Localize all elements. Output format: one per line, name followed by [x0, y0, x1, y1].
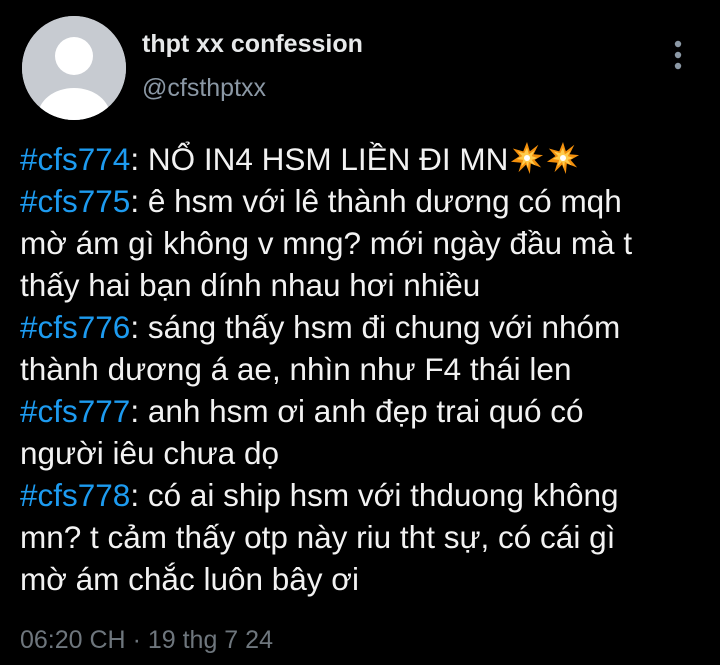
author-display-name[interactable]: thpt xx confession: [142, 30, 363, 59]
tweet-time: 06:20 CH: [20, 626, 126, 654]
tweet-text: #cfs774: NỔ IN4 HSM LIỀN ĐI MN #cfs775: ê…: [20, 138, 710, 600]
tweet-line-text: mờ ám chắc luôn bây ơi: [20, 561, 359, 597]
collision-icon: [546, 141, 580, 175]
tweet-header: thpt xx confession @cfsthptxx: [0, 0, 720, 140]
tweet-line-text: thấy hai bạn dính nhau hơi nhiều: [20, 267, 481, 303]
hashtag-link[interactable]: #cfs776: [20, 309, 130, 345]
tweet-line-text: mn? t cảm thấy otp này riu tht sự, có cá…: [20, 519, 616, 555]
hashtag-link[interactable]: #cfs777: [20, 393, 130, 429]
tweet-line: thành dương á ae, nhìn như F4 thái len: [20, 348, 710, 390]
collision-icon: [510, 141, 544, 175]
tweet-line: #cfs774: NỔ IN4 HSM LIỀN ĐI MN: [20, 138, 710, 180]
tweet-line: mờ ám gì không v mng? mới ngày đầu mà t: [20, 222, 710, 264]
tweet-line: #cfs778: có ai ship hsm với thduong khôn…: [20, 474, 710, 516]
tweet-timestamp[interactable]: 06:20 CH · 19 thg 7 24: [20, 626, 273, 655]
tweet-line: thấy hai bạn dính nhau hơi nhiều: [20, 264, 710, 306]
tweet-line: mờ ám chắc luôn bây ơi: [20, 558, 710, 600]
avatar[interactable]: [22, 16, 126, 120]
tweet-line-text: người iêu chưa dọ: [20, 435, 279, 471]
tweet-line-text: : ê hsm với lê thành dương có mqh: [130, 183, 622, 219]
more-options-button[interactable]: [664, 36, 692, 76]
more-vertical-icon: [674, 40, 682, 70]
meta-separator: ·: [132, 626, 141, 654]
tweet-line: #cfs777: anh hsm ơi anh đẹp trai quó có: [20, 390, 710, 432]
default-profile-icon: [22, 16, 126, 120]
tweet-line: #cfs775: ê hsm với lê thành dương có mqh: [20, 180, 710, 222]
tweet-line-text: thành dương á ae, nhìn như F4 thái len: [20, 351, 572, 387]
tweet-line: mn? t cảm thấy otp này riu tht sự, có cá…: [20, 516, 710, 558]
tweet-line-text: : anh hsm ơi anh đẹp trai quó có: [130, 393, 584, 429]
tweet-line: #cfs776: sáng thấy hsm đi chung với nhóm: [20, 306, 710, 348]
tweet-line-text: mờ ám gì không v mng? mới ngày đầu mà t: [20, 225, 633, 261]
author-handle[interactable]: @cfsthptxx: [142, 74, 266, 103]
tweet-line-text: : NỔ IN4 HSM LIỀN ĐI MN: [130, 141, 509, 177]
tweet-line-text: : sáng thấy hsm đi chung với nhóm: [130, 309, 621, 345]
tweet-date: 19 thg 7 24: [147, 626, 273, 654]
hashtag-link[interactable]: #cfs775: [20, 183, 130, 219]
tweet-line: người iêu chưa dọ: [20, 432, 710, 474]
hashtag-link[interactable]: #cfs778: [20, 477, 130, 513]
hashtag-link[interactable]: #cfs774: [20, 141, 130, 177]
tweet-line-text: : có ai ship hsm với thduong không: [130, 477, 619, 513]
